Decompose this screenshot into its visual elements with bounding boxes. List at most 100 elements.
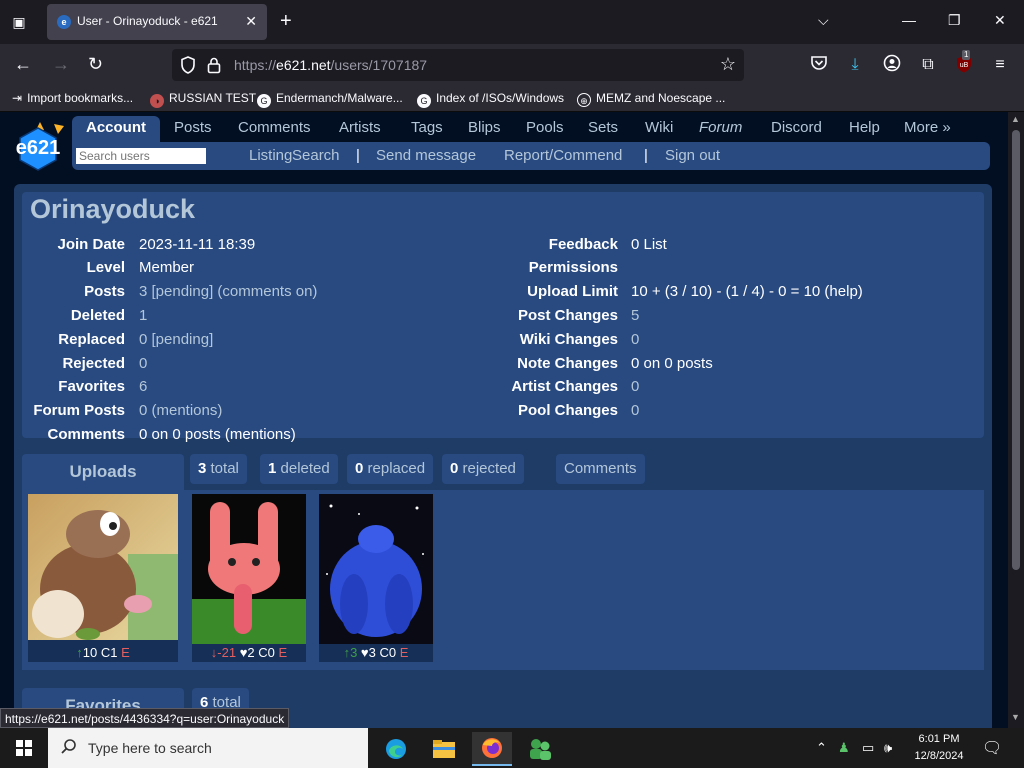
app-green-figures-icon[interactable] [520, 732, 560, 766]
forward-arrow-icon[interactable]: → [52, 54, 70, 74]
uploads-deleted-chip[interactable]: 1 deleted [260, 454, 338, 484]
bookmark-memz[interactable]: ⊕ MEMZ and Noescape ... [577, 91, 725, 107]
nav-posts[interactable]: Posts [174, 116, 212, 144]
url-path: /users/1707187 [330, 57, 428, 73]
uploads-total-chip[interactable]: 3 total [190, 454, 247, 484]
post-thumbnail[interactable]: ↑10 C1 E [28, 494, 178, 662]
post-thumbnail[interactable]: ↑3 ♥3 C0 E [319, 494, 433, 662]
upload-limit-value[interactable]: 10 + (3 / 10) - (1 / 4) - 0 = 10 (help) [631, 283, 863, 300]
subnav-report-commend[interactable]: Report/Commend [504, 147, 622, 164]
scroll-up-icon[interactable]: ▲ [1011, 114, 1020, 124]
tray-overflow-chevron-icon[interactable]: ⌃ [816, 740, 827, 756]
favorites-value[interactable]: 6 [139, 378, 147, 395]
e621-logo[interactable]: e621 [14, 118, 66, 174]
uploads-heading[interactable]: Uploads [22, 454, 184, 492]
ublock-icon[interactable]: uB 1 [953, 50, 975, 76]
bookmark-star-icon[interactable]: ☆ [720, 54, 736, 75]
network-icon[interactable]: ▭ [862, 740, 874, 756]
firefox-icon[interactable] [472, 732, 512, 766]
back-arrow-icon[interactable]: ← [14, 54, 32, 74]
lock-icon[interactable] [207, 56, 223, 74]
note-changes-value[interactable]: 0 on 0 posts [631, 355, 713, 372]
uploads-rejected-chip[interactable]: 0 rejected [442, 454, 524, 484]
nav-tags[interactable]: Tags [411, 116, 443, 144]
restore-icon[interactable]: ❐ [948, 12, 961, 29]
scrollbar-thumb[interactable] [1012, 130, 1020, 570]
post-favs: ♥3 [360, 645, 376, 660]
search-users-input[interactable] [76, 148, 206, 164]
nav-forum[interactable]: Forum [699, 116, 742, 144]
rejected-value[interactable]: 0 [139, 355, 147, 372]
comments-value[interactable]: 0 on 0 posts (mentions) [139, 426, 296, 443]
username-title[interactable]: Orinayoduck [30, 194, 195, 225]
nav-sets[interactable]: Sets [588, 116, 618, 144]
tab-close-icon[interactable]: ✕ [245, 13, 257, 30]
pool-changes-value[interactable]: 0 [631, 402, 639, 419]
posts-value[interactable]: 3 [pending] (comments on) [139, 283, 317, 300]
volume-icon[interactable]: 🕪 [884, 740, 892, 756]
bookmark-isos[interactable]: G Index of /ISOs/Windows [417, 91, 564, 108]
nav-help[interactable]: Help [849, 116, 880, 144]
feedback-value[interactable]: 0 List [631, 236, 667, 253]
replaced-value[interactable]: 0 [pending] [139, 331, 213, 348]
address-bar[interactable]: https://e621.net/users/1707187 ☆ [172, 49, 744, 81]
nav-wiki[interactable]: Wiki [645, 116, 673, 144]
post-image[interactable] [192, 494, 306, 644]
nav-discord[interactable]: Discord [771, 116, 822, 144]
close-window-icon[interactable]: ✕ [994, 12, 1006, 29]
notifications-icon[interactable]: 🗨 [982, 738, 1002, 758]
subnav-listing[interactable]: Listing [249, 147, 292, 164]
subnav-send-message[interactable]: Send message [376, 147, 476, 164]
pocket-icon[interactable] [808, 54, 830, 76]
browser-tab[interactable]: e User - Orinayoduck - e621 ✕ [47, 4, 267, 40]
url-text[interactable]: https://e621.net/users/1707187 [234, 57, 427, 73]
feedback-label: Feedback [548, 236, 618, 253]
nav-blips[interactable]: Blips [468, 116, 501, 144]
artist-changes-value[interactable]: 0 [631, 378, 639, 395]
uploads-replaced-chip[interactable]: 0 replaced [347, 454, 434, 484]
minimize-icon[interactable]: — [902, 12, 916, 28]
scroll-down-icon[interactable]: ▼ [1011, 712, 1020, 722]
account-icon[interactable] [881, 54, 903, 76]
post-thumbnail[interactable]: ↓-21 ♥2 C0 E [192, 494, 306, 662]
edge-icon[interactable] [376, 732, 416, 766]
windows-start-icon[interactable] [0, 728, 48, 768]
post-comments: C0 [258, 645, 275, 660]
tray-app-icon[interactable]: ♟ [838, 740, 850, 756]
bookmark-import[interactable]: ⇥ Import bookmarks... [12, 91, 133, 105]
uploads-comments-chip[interactable]: Comments [556, 454, 645, 484]
page-scrollbar[interactable]: ▲ ▼ [1008, 112, 1024, 728]
post-image[interactable] [28, 494, 178, 640]
nav-account[interactable]: Account [72, 116, 160, 144]
downloads-icon[interactable]: ⤓ [844, 54, 866, 76]
hamburger-menu-icon[interactable]: ≡ [989, 54, 1011, 76]
forum-posts-value[interactable]: 0 (mentions) [139, 402, 222, 419]
nav-artists[interactable]: Artists [339, 116, 381, 144]
nav-comments[interactable]: Comments [238, 116, 311, 144]
nav-pools[interactable]: Pools [526, 116, 564, 144]
bookmark-russian-test[interactable]: ◑ RUSSIAN TEST [150, 91, 256, 108]
subnav-sign-out[interactable]: Sign out [665, 147, 720, 164]
site-icon: ◑ [150, 94, 164, 108]
taskbar-clock[interactable]: 6:01 PM 12/8/2024 [906, 731, 972, 765]
post-comments: C0 [379, 645, 397, 660]
chip-label: replaced [367, 460, 426, 477]
tab-list-icon[interactable]: ▣ [9, 12, 29, 32]
wiki-changes-value[interactable]: 0 [631, 331, 639, 348]
extensions-puzzle-icon[interactable]: ⧉ [917, 54, 939, 76]
post-favs: 10 [82, 645, 98, 660]
post-changes-value[interactable]: 5 [631, 307, 639, 324]
taskbar-search-box[interactable]: Type here to search [48, 728, 368, 768]
bookmark-endermanch[interactable]: G Endermanch/Malware... [257, 91, 403, 108]
deleted-value[interactable]: 1 [139, 307, 147, 324]
post-image[interactable] [319, 494, 433, 644]
tab-overflow-chevron-icon[interactable]: ⌵ [818, 12, 829, 29]
nav-more[interactable]: More » [904, 116, 951, 144]
reload-icon[interactable]: ↻ [88, 54, 103, 74]
file-explorer-icon[interactable] [424, 732, 464, 766]
new-tab-icon[interactable]: + [280, 10, 292, 32]
post-rating: E [399, 645, 409, 660]
subnav-search[interactable]: Search [292, 147, 340, 164]
tracking-shield-icon[interactable] [180, 56, 196, 74]
extension-badge: 1 [962, 50, 971, 60]
